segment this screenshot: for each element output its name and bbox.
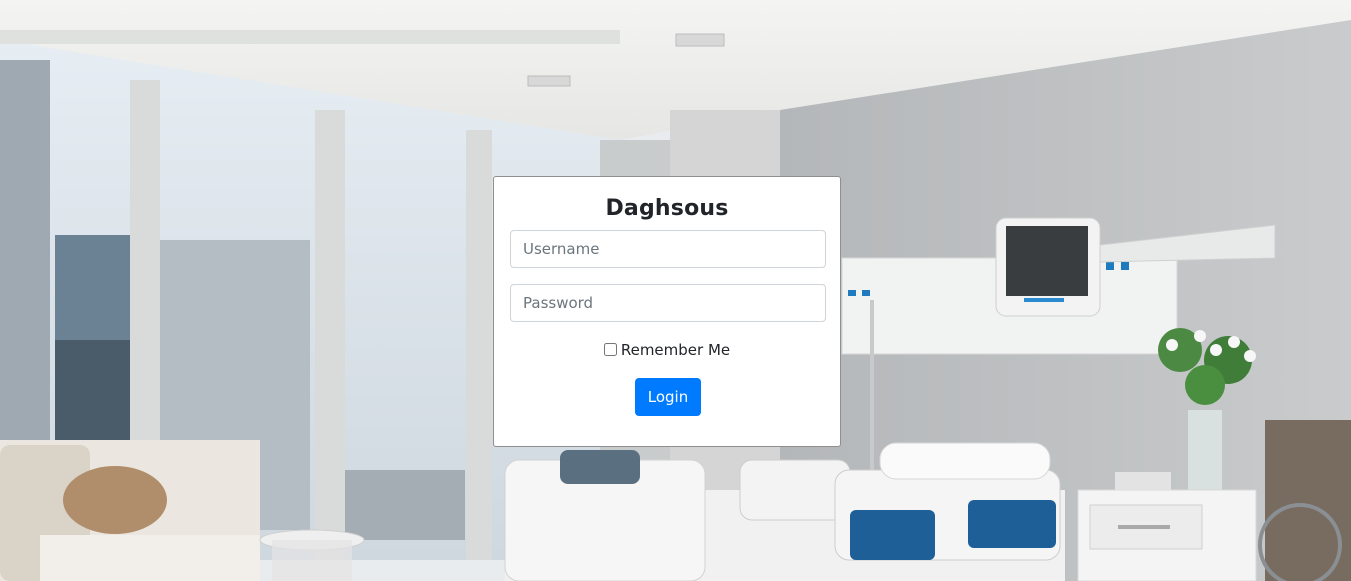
login-button[interactable]: Login xyxy=(635,378,701,416)
remember-me-row: Remember Me xyxy=(494,341,840,359)
login-card: Daghsous Remember Me Login xyxy=(493,176,841,447)
remember-me-checkbox[interactable] xyxy=(603,343,617,356)
username-input[interactable] xyxy=(510,230,826,268)
remember-me-label[interactable]: Remember Me xyxy=(621,341,730,359)
password-input[interactable] xyxy=(510,284,826,322)
login-title: Daghsous xyxy=(605,196,729,221)
